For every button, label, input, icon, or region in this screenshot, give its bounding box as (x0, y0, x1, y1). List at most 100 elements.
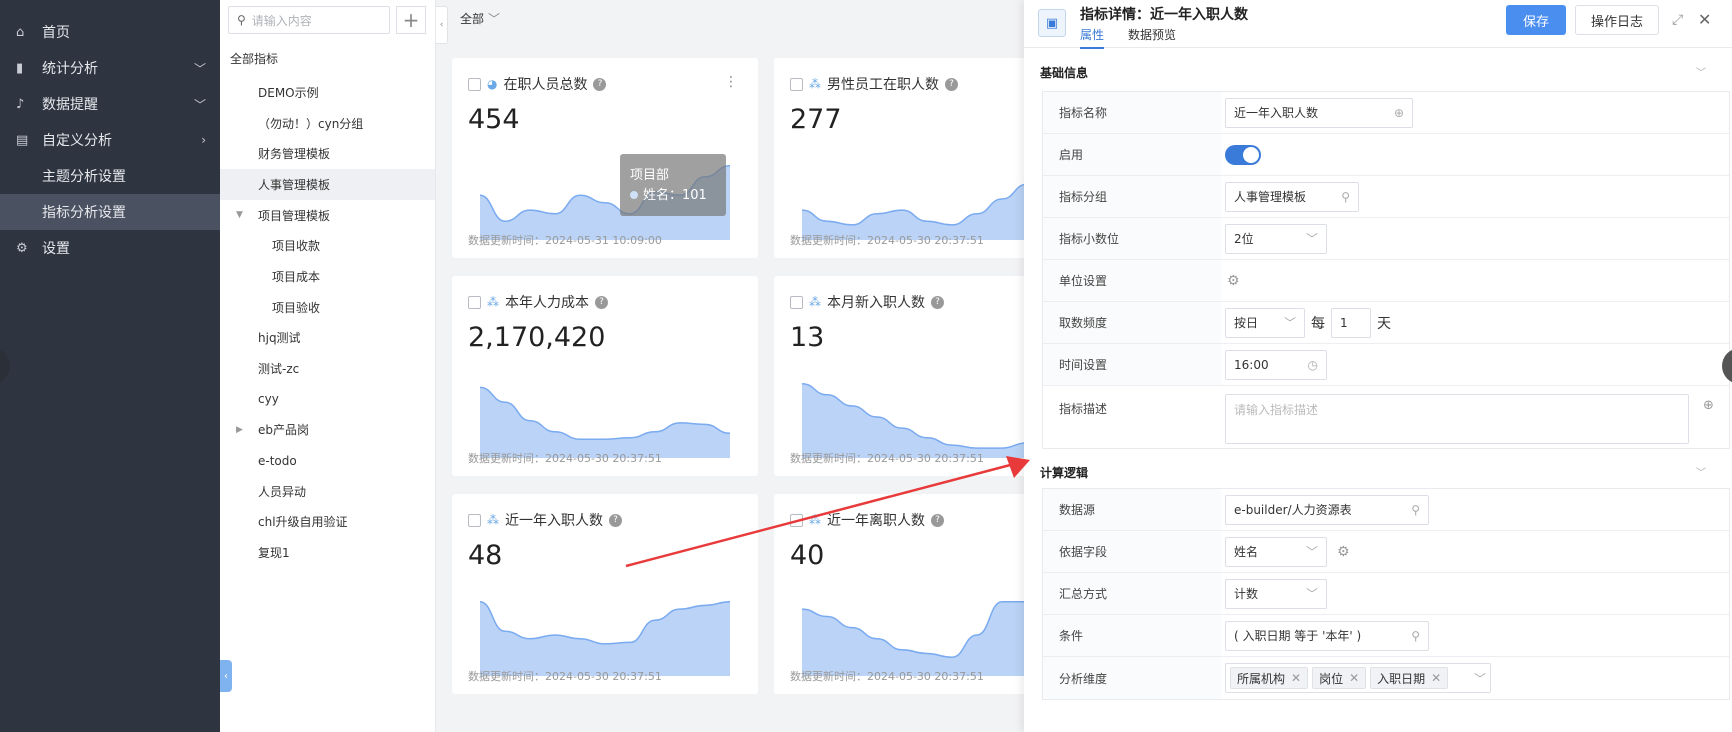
dimension-tag: 所属机构 ✕ (1230, 667, 1309, 689)
tree-item[interactable]: chl升级自用验证 (220, 507, 435, 538)
frequency-select[interactable]: 按日 ﹀ (1225, 307, 1305, 338)
nav-item-stats[interactable]: ▮ 统计分析 ﹀ (0, 50, 220, 86)
basis-field-select[interactable]: 姓名 ﹀ (1225, 536, 1327, 567)
card-checkbox[interactable] (468, 513, 481, 527)
description-textarea[interactable]: 请输入指标描述 (1225, 394, 1689, 444)
operation-log-button[interactable]: 操作日志 (1575, 5, 1659, 35)
tree-item[interactable]: 项目收款 (220, 230, 435, 261)
tree-item[interactable]: cyy (220, 384, 435, 415)
indicator-name-input[interactable]: 近一年入职人数 ⊕ (1225, 97, 1413, 128)
card-update-time: 数据更新时间：2024-05-31 10:09:00 (468, 234, 662, 247)
input-value: 人事管理模板 (1234, 190, 1307, 204)
form-row-frequency: 取数频度 按日 ﹀ 每 1 天 (1043, 302, 1729, 344)
card-header: ◕ 在职人员总数 ? (468, 74, 607, 94)
tree-item-selected[interactable]: 人事管理模板 (220, 169, 435, 200)
card-header: ⁂ 男性员工在职人数 ? (790, 74, 958, 94)
monitor-chart-icon: ▣ (1038, 9, 1066, 37)
condition-input[interactable]: ( 入职日期 等于 '本年' ) ⚲ (1225, 620, 1429, 651)
tree-item-label: cyy (258, 392, 279, 407)
card-checkbox[interactable] (468, 77, 481, 91)
close-icon[interactable]: ✕ (1291, 671, 1301, 685)
dimension-multiselect[interactable]: 所属机构 ✕ 岗位 ✕ 入职日期 ✕ ﹀ (1225, 663, 1491, 693)
card-title: 男性员工在职人数 (827, 77, 939, 93)
tab-properties[interactable]: 属性 (1080, 26, 1105, 49)
filter-select[interactable]: 全部 (460, 10, 484, 27)
tree-item[interactable]: DEMO示例 (220, 77, 435, 108)
aggregation-select[interactable]: 计数 ﹀ (1225, 578, 1327, 609)
more-vertical-icon[interactable]: ⋮ (724, 74, 738, 90)
tag-label: 所属机构 (1237, 671, 1286, 686)
nav-item-indicator-settings[interactable]: 指标分析设置 (0, 194, 220, 230)
nav-item-home[interactable]: ⌂ 首页 (0, 14, 220, 50)
gear-icon[interactable]: ⚙ (1227, 273, 1240, 289)
card-update-time: 数据更新时间：2024-05-30 20:37:51 (468, 670, 662, 683)
field-label: 数据源 (1043, 489, 1221, 530)
decimal-select[interactable]: 2位 ﹀ (1225, 223, 1327, 254)
indicator-card[interactable]: ⁂ 本年人力成本 ? 2,170,420 数据更新时间：2024-05-30 2… (452, 276, 758, 476)
tree-search-input[interactable]: ⚲ 请输入内容 (228, 6, 390, 34)
time-picker[interactable]: 16:00 ◷ (1225, 349, 1327, 380)
gear-icon[interactable]: ⚙ (1337, 544, 1350, 560)
tree-item[interactable]: 测试-zc (220, 353, 435, 384)
card-value: 2,170,420 (468, 322, 606, 353)
nav-item-custom[interactable]: ▤ 自定义分析 › (0, 122, 220, 158)
tree-item[interactable]: ▼ 项目管理模板 (220, 200, 435, 231)
tree-all-indicators[interactable]: 全部指标 (220, 40, 435, 77)
caret-right-icon[interactable]: ▶ (236, 425, 243, 435)
sparkline-chart (480, 386, 730, 458)
save-button[interactable]: 保存 (1506, 5, 1566, 35)
bar-chart-icon: ▮ (16, 60, 24, 76)
indicator-card[interactable]: ◕ 在职人员总数 ? ⋮ 454 项目部 姓名：101 数据更新时间：2024-… (452, 58, 758, 258)
enable-toggle[interactable] (1225, 144, 1261, 165)
frequency-number-input[interactable]: 1 (1331, 307, 1371, 338)
indicator-group-select[interactable]: 人事管理模板 ⚲ (1225, 181, 1359, 212)
help-icon[interactable]: ? (609, 513, 622, 527)
nav-item-alerts[interactable]: ♪ 数据提醒 ﹀ (0, 86, 220, 122)
chevron-down-icon[interactable]: ﹀ (488, 10, 500, 27)
card-header: ⁂ 近一年离职人数 ? (790, 510, 944, 530)
tab-data-preview[interactable]: 数据预览 (1128, 26, 1176, 49)
field-label: 指标小数位 (1043, 218, 1221, 259)
tree-item[interactable]: e-todo (220, 445, 435, 476)
field-label: 依据字段 (1043, 531, 1221, 572)
chart-icon: ⁂ (809, 77, 821, 91)
card-checkbox[interactable] (468, 295, 481, 309)
tag-label: 入职日期 (1377, 671, 1426, 686)
globe-icon[interactable]: ⊕ (1394, 106, 1404, 120)
tree-item[interactable]: hjq测试 (220, 323, 435, 354)
nav-item-theme-settings[interactable]: 主题分析设置 (0, 158, 220, 194)
close-icon[interactable]: ✕ (1698, 10, 1711, 29)
data-source-select[interactable]: e-builder/人力资源表 ⚲ (1225, 494, 1429, 525)
tree-item[interactable]: 复现1 (220, 537, 435, 568)
search-icon: ⚲ (237, 13, 246, 27)
toggle-tree-button[interactable]: ‹ (436, 6, 448, 44)
expand-icon[interactable]: ⤢ (1672, 12, 1683, 28)
nav-item-settings[interactable]: ⚙ 设置 (0, 230, 220, 266)
chevron-down-icon: ﹀ (193, 61, 206, 76)
help-icon[interactable]: ? (931, 295, 944, 309)
card-checkbox[interactable] (790, 295, 803, 309)
tree-item[interactable]: （勿动！）cyn分组 (220, 108, 435, 139)
close-icon[interactable]: ✕ (1431, 671, 1441, 685)
tree-item[interactable]: 人员异动 (220, 476, 435, 507)
tree-item[interactable]: ▶ eb产品岗 (220, 415, 435, 446)
help-icon[interactable]: ? (931, 513, 944, 527)
field-label: 分析维度 (1043, 657, 1221, 699)
card-checkbox[interactable] (790, 513, 803, 527)
collapse-tree-button[interactable]: ‹ (220, 660, 232, 692)
caret-down-icon[interactable]: ▼ (236, 210, 243, 220)
help-icon[interactable]: ? (595, 295, 608, 309)
help-icon[interactable]: ? (945, 77, 958, 91)
add-group-button[interactable]: + (396, 6, 426, 34)
tree-item[interactable]: 项目成本 (220, 261, 435, 292)
chevron-down-icon[interactable]: ﹀ (1696, 64, 1706, 79)
globe-icon[interactable]: ⊕ (1703, 398, 1714, 413)
card-checkbox[interactable] (790, 77, 803, 91)
tree-item[interactable]: 财务管理模板 (220, 138, 435, 169)
chevron-down-icon[interactable]: ﹀ (1696, 464, 1706, 479)
tree-item[interactable]: 项目验收 (220, 292, 435, 323)
help-icon[interactable]: ? (593, 77, 607, 91)
form-row-unit: 单位设置 ⚙ (1043, 260, 1729, 302)
close-icon[interactable]: ✕ (1349, 671, 1359, 685)
indicator-card[interactable]: ⁂ 近一年入职人数 ? 48 数据更新时间：2024-05-30 20:37:5… (452, 494, 758, 694)
